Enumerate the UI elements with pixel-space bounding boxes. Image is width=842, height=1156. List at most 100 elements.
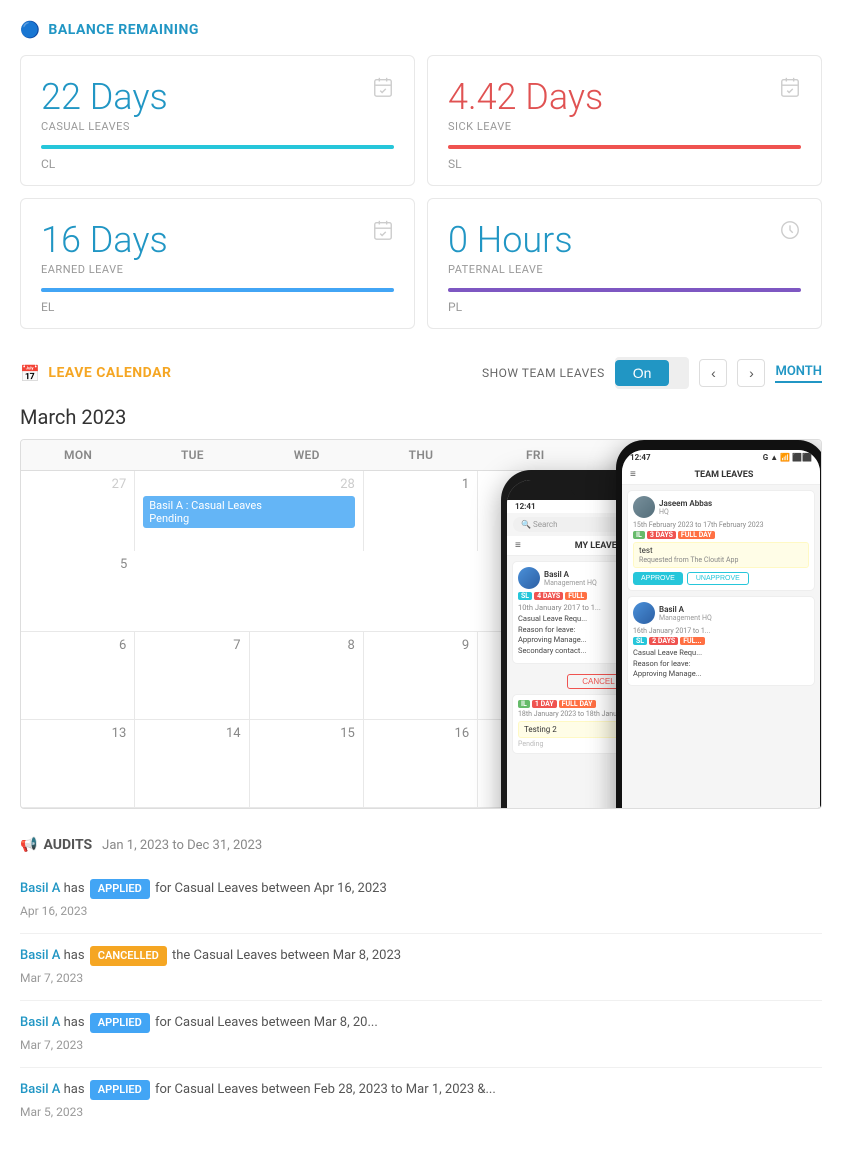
balance-icon: 🔵 [20, 20, 40, 39]
audits-date-range: Jan 1, 2023 to Dec 31, 2023 [102, 838, 262, 853]
audit-item-4: Basil A has APPLIED for Casual Leaves be… [20, 1067, 822, 1134]
calendar-icon: 📅 [20, 364, 40, 383]
cal-cell-28[interactable]: 28 Basil A : Casual LeavesPending [135, 471, 364, 551]
cal-cell-3[interactable]: 3 [592, 471, 706, 551]
date-1: 1 [372, 477, 469, 492]
date-2: 2 [486, 477, 583, 492]
cal-cell-7[interactable]: 7 [135, 632, 249, 719]
audit-badge-2: CANCELLED [90, 946, 167, 966]
audit-date-2: Mar 7, 2023 [20, 969, 822, 988]
balance-grid: 22 Days CASUAL LEAVES CL 4.42 Days SICK … [20, 55, 822, 329]
audit-date-1: Apr 16, 2023 [20, 902, 822, 921]
date-6: 6 [29, 638, 126, 653]
cal-cell-11[interactable]: 11 [592, 632, 706, 719]
audit-text-4: for Casual Leaves between Feb 28, 2023 t… [155, 1082, 496, 1097]
calendar-section: 📅 LEAVE CALENDAR SHOW TEAM LEAVES On ‹ ›… [0, 347, 842, 819]
date-8: 8 [258, 638, 355, 653]
cal-cell-4[interactable]: 4 [707, 471, 821, 551]
sl-progress [448, 145, 801, 149]
audit-list: Basil A has APPLIED for Casual Leaves be… [20, 867, 822, 1134]
date-3: 3 [600, 477, 697, 492]
date-4: 4 [715, 477, 812, 492]
el-abbr: EL [41, 300, 394, 314]
cal-cell-9[interactable]: 9 [364, 632, 478, 719]
audit-text-has-1: has [64, 881, 88, 896]
cal-cell-17[interactable] [478, 720, 592, 807]
audit-main-3: Basil A has APPLIED for Casual Leaves be… [20, 1013, 822, 1034]
cal-cell-2[interactable]: 2 [478, 471, 592, 551]
date-5: 5 [29, 557, 127, 572]
cal-cell-18[interactable] [592, 720, 706, 807]
audit-name-4: Basil A [20, 1082, 60, 1097]
day-header-wed: WED [250, 440, 364, 470]
audit-name-2: Basil A [20, 948, 60, 963]
pl-abbr: PL [448, 300, 801, 314]
next-month-button[interactable]: › [737, 359, 765, 387]
day-header-sun: SUN [707, 440, 821, 470]
calendar-heading: LEAVE CALENDAR [48, 365, 171, 381]
cal-cell-5[interactable]: 5 [21, 551, 135, 631]
balance-card-sl: 4.42 Days SICK LEAVE SL [427, 55, 822, 186]
cal-cell-27[interactable]: 27 [21, 471, 135, 551]
prev-month-button[interactable]: ‹ [699, 359, 727, 387]
audit-item-1: Basil A has APPLIED for Casual Leaves be… [20, 867, 822, 933]
balance-card-cl: 22 Days CASUAL LEAVES CL [20, 55, 415, 186]
audit-main-2: Basil A has CANCELLED the Casual Leaves … [20, 946, 822, 967]
cal-cell-16[interactable]: 16 [364, 720, 478, 807]
cl-value: 22 Days [41, 76, 394, 118]
audit-date-3: Mar 7, 2023 [20, 1036, 822, 1055]
audits-heading: AUDITS [43, 837, 92, 853]
pl-value: 0 Hours [448, 219, 801, 261]
toggle-on-button[interactable]: On [615, 360, 670, 386]
calendar-week-3: 13 14 15 16 19 [21, 720, 821, 808]
date-7: 7 [143, 638, 240, 653]
cl-abbr: CL [41, 157, 394, 171]
date-12: 12 [715, 638, 813, 653]
date-16: 16 [372, 726, 469, 741]
sl-abbr: SL [448, 157, 801, 171]
cal-cell-10[interactable]: 10 [478, 632, 592, 719]
date-9: 9 [372, 638, 469, 653]
sl-value: 4.42 Days [448, 76, 801, 118]
calendar-week-2: 6 7 8 9 10 11 12 [21, 632, 821, 720]
date-10: 10 [486, 638, 583, 653]
balance-card-el: 16 Days EARNED LEAVE EL [20, 198, 415, 329]
calendar-month-title: March 2023 [20, 405, 822, 429]
day-header-sat: SAT [592, 440, 706, 470]
audit-date-4: Mar 5, 2023 [20, 1103, 822, 1122]
date-13: 13 [29, 726, 126, 741]
audits-title: 📢 AUDITS Jan 1, 2023 to Dec 31, 2023 [20, 837, 822, 853]
show-team-label: SHOW TEAM LEAVES [482, 366, 605, 380]
audit-name-1: Basil A [20, 881, 60, 896]
day-header-tue: TUE [135, 440, 249, 470]
calendar-title: 📅 LEAVE CALENDAR [20, 364, 171, 383]
month-label: MONTH [775, 364, 822, 383]
sl-label: SICK LEAVE [448, 120, 801, 133]
calendar-grid: MON TUE WED THU FRI SAT SUN 27 28 Basil … [20, 439, 822, 809]
audit-text-1: for Casual Leaves between Apr 16, 2023 [155, 881, 387, 896]
date-28: 28 [143, 477, 355, 492]
audit-main-4: Basil A has APPLIED for Casual Leaves be… [20, 1080, 822, 1101]
calendar-week-1: 27 28 Basil A : Casual LeavesPending 1 2… [21, 471, 821, 632]
cal-cell-14[interactable]: 14 [135, 720, 249, 807]
balance-section: 🔵 BALANCE REMAINING 22 Days CASUAL LEAVE… [0, 0, 842, 339]
cal-cell-13[interactable]: 13 [21, 720, 135, 807]
cal-cell-12[interactable]: 12 [707, 632, 821, 719]
day-header-thu: THU [364, 440, 478, 470]
date-11: 11 [600, 638, 697, 653]
calendar-day-headers: MON TUE WED THU FRI SAT SUN [21, 440, 821, 471]
cal-cell-19[interactable]: 19 [707, 720, 821, 807]
audit-badge-4: APPLIED [90, 1080, 150, 1100]
audit-text-has-2: has [64, 948, 88, 963]
calendar-icon-el [372, 219, 394, 247]
audit-item-3: Basil A has APPLIED for Casual Leaves be… [20, 1000, 822, 1067]
calendar-icon-cl [372, 76, 394, 104]
audit-badge-3: APPLIED [90, 1013, 150, 1033]
cal-cell-1[interactable]: 1 [364, 471, 478, 551]
cal-cell-6[interactable]: 6 [21, 632, 135, 719]
cal-cell-8[interactable]: 8 [250, 632, 364, 719]
cal-cell-15[interactable]: 15 [250, 720, 364, 807]
audit-name-3: Basil A [20, 1015, 60, 1030]
cl-label: CASUAL LEAVES [41, 120, 394, 133]
toggle-off-area [669, 368, 689, 378]
